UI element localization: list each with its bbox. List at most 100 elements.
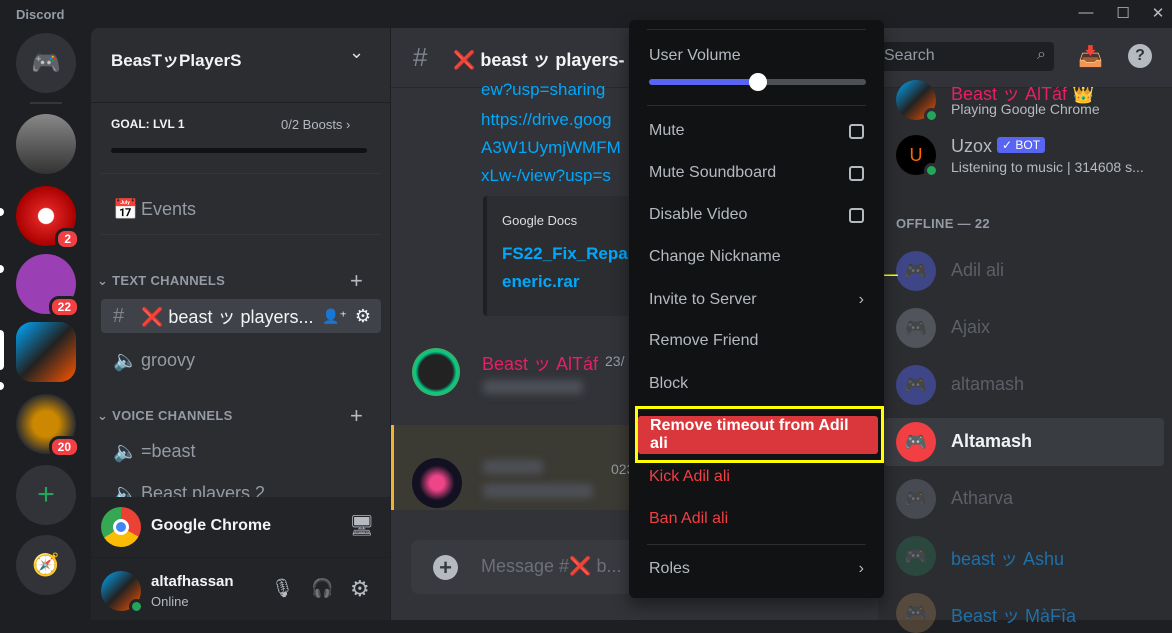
settings-gear-icon[interactable]: ⚙: [350, 576, 370, 602]
server-beast[interactable]: [16, 322, 76, 382]
member-avatar[interactable]: 🎮: [896, 365, 936, 405]
boost-count[interactable]: 0/2 Boosts ›: [281, 117, 350, 132]
member-name[interactable]: Atharva: [951, 488, 1013, 509]
message-link[interactable]: ew?usp=sharing: [481, 80, 605, 100]
title-bar: Discord — ☐ ✕: [0, 0, 1172, 28]
events-item[interactable]: 📅 Events: [101, 192, 381, 226]
server-name[interactable]: BeasTッPlayerS: [111, 46, 241, 71]
help-icon[interactable]: ?: [1128, 44, 1152, 68]
menu-item-remove-friend[interactable]: Remove Friend: [637, 324, 876, 358]
avatar[interactable]: [412, 458, 462, 508]
chevron-right-icon: ›: [858, 560, 864, 577]
avatar[interactable]: [412, 348, 460, 396]
category-text-channels[interactable]: ⌄ TEXT CHANNELS: [97, 273, 225, 289]
member-name[interactable]: Altamash: [951, 431, 1032, 452]
member-avatar[interactable]: U: [896, 135, 939, 178]
create-channel-icon[interactable]: +: [350, 268, 363, 294]
member-avatar[interactable]: 🎮: [896, 479, 936, 519]
menu-item-roles[interactable]: Roles ›: [637, 552, 876, 586]
member-status: Listening to music | 314608 s...: [951, 159, 1144, 175]
menu-item-kick[interactable]: Kick Adil ali: [637, 460, 876, 494]
calendar-icon: 📅: [113, 198, 138, 221]
chrome-icon: [101, 507, 141, 547]
divider: [30, 102, 62, 104]
microphone-icon[interactable]: 🎙: [271, 578, 294, 599]
channel-groovy[interactable]: 🔈 groovy: [101, 343, 381, 377]
screen-share-icon[interactable]: 🖥: [349, 513, 374, 538]
server-purple[interactable]: 22: [16, 254, 80, 318]
unread-badge: 20: [48, 436, 80, 458]
invite-icon[interactable]: 👤⁺: [322, 308, 347, 325]
avatar[interactable]: [101, 571, 144, 614]
gear-icon[interactable]: ⚙: [355, 306, 371, 327]
user-status: Online: [151, 594, 189, 609]
message-link[interactable]: A3W1UymjWMFM: [481, 138, 621, 158]
chevron-down-icon[interactable]: ⌄: [349, 42, 364, 63]
volume-label: User Volume: [649, 47, 741, 64]
member-name[interactable]: Ajaix: [951, 317, 990, 338]
username: altafhassan: [151, 573, 234, 590]
menu-item-ban[interactable]: Ban Adil ali: [637, 502, 876, 536]
bot-tag: ✓ BOT: [997, 137, 1046, 153]
voice-channel-beast[interactable]: 🔈 =beast: [101, 434, 381, 468]
member-name[interactable]: Beast ッ MàFîa: [951, 602, 1076, 628]
user-panel: altafhassan Online 🎙 🎧 ⚙: [91, 557, 390, 620]
menu-item-block[interactable]: Block: [637, 367, 876, 401]
member-avatar[interactable]: 🎮: [896, 593, 936, 633]
close-icon[interactable]: ✕: [1148, 4, 1168, 22]
volume-slider-knob[interactable]: [748, 73, 767, 91]
embed-provider: Google Docs: [502, 213, 578, 228]
menu-item-mute[interactable]: Mute: [637, 114, 876, 148]
hash-icon: #: [413, 42, 428, 72]
activity-panel: Google Chrome 🖥: [91, 497, 390, 557]
server-pubg[interactable]: [16, 114, 76, 174]
member-avatar[interactable]: 🎮: [896, 422, 936, 462]
create-channel-icon[interactable]: +: [350, 403, 363, 429]
checkbox[interactable]: [849, 123, 864, 139]
maximize-icon[interactable]: ☐: [1113, 4, 1133, 22]
embed-title[interactable]: eneric.rar: [502, 272, 580, 292]
checkbox[interactable]: [849, 207, 864, 223]
menu-item-mute-soundboard[interactable]: Mute Soundboard: [637, 156, 876, 190]
category-voice-channels[interactable]: ⌄ VOICE CHANNELS: [97, 408, 233, 424]
member-name[interactable]: altamash: [951, 374, 1024, 395]
headphones-icon[interactable]: 🎧: [311, 578, 333, 599]
server-lion[interactable]: 20: [16, 394, 80, 458]
checkbox[interactable]: [849, 165, 864, 181]
locked-speaker-icon: 🔈: [113, 440, 138, 463]
search-input[interactable]: Search ⌕: [878, 42, 1054, 71]
channel-title: ❌ beast ッ players-: [453, 50, 625, 70]
add-server-button[interactable]: +: [16, 465, 76, 525]
volume-slider[interactable]: [649, 73, 866, 91]
member-avatar[interactable]: 🎮: [896, 536, 936, 576]
server-rail: 🎮 2 22 20 + 🧭: [0, 28, 91, 620]
embed-title[interactable]: FS22_Fix_Repa: [502, 244, 628, 264]
boost-goal: GOAL: LVL 1: [111, 117, 185, 131]
channel-beast-players[interactable]: # ❌ beast ッ players... 👤⁺ ⚙: [101, 299, 381, 333]
hash-icon: #: [113, 304, 125, 327]
activity-name: Google Chrome: [151, 517, 272, 534]
attach-plus-icon[interactable]: +: [433, 555, 458, 580]
minimize-icon[interactable]: —: [1076, 4, 1096, 21]
member-name[interactable]: Adil ali: [951, 260, 1004, 281]
member-avatar[interactable]: 🎮: [896, 308, 936, 348]
member-avatar[interactable]: 🎮: [896, 251, 936, 291]
member-avatar[interactable]: [896, 80, 939, 123]
menu-item-change-nickname[interactable]: Change Nickname: [637, 240, 876, 274]
explore-compass-icon[interactable]: 🧭: [16, 535, 76, 595]
menu-item-disable-video[interactable]: Disable Video: [637, 198, 876, 232]
home-button[interactable]: 🎮: [16, 33, 76, 93]
menu-item-remove-timeout[interactable]: Remove timeout from Adil ali: [638, 416, 878, 454]
message-link[interactable]: xLw-/view?usp=s: [481, 166, 611, 186]
message-link[interactable]: https://drive.goog: [481, 110, 611, 130]
member-name[interactable]: beast ッ Ashu: [951, 545, 1064, 571]
server-pokeball[interactable]: 2: [16, 186, 80, 250]
discord-icon: 🎮: [31, 49, 61, 77]
member-name[interactable]: Uzox ✓ BOT: [951, 136, 1046, 157]
inbox-icon[interactable]: 📥: [1078, 44, 1103, 69]
message-author[interactable]: Beast ッ AlTáf: [482, 350, 598, 376]
menu-item-invite-to-server[interactable]: Invite to Server ›: [637, 283, 876, 317]
app-title: Discord: [16, 7, 65, 22]
chevron-right-icon: ›: [858, 291, 864, 308]
member-list: Search ⌕ 📥 ? Beast ッ AlTáf 👑 Playing Goog…: [878, 28, 1172, 633]
